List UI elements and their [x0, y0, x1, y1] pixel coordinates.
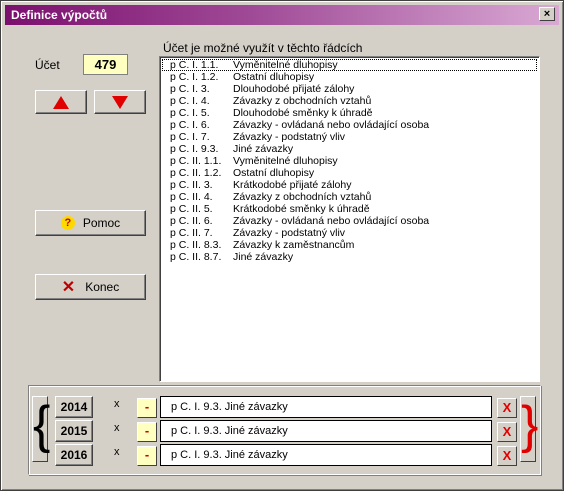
close-brace-icon: }: [521, 396, 539, 454]
help-button-label: Pomoc: [82, 216, 121, 230]
help-icon: ?: [60, 216, 75, 230]
formula-field[interactable]: p C. I. 9.3. Jiné závazky: [160, 444, 492, 466]
row-name: Vyměnitelné dluhopisy: [233, 155, 338, 167]
list-item[interactable]: p C. I. 1.1. Vyměnitelné dluhopisy: [162, 59, 537, 71]
row-name: Jiné závazky: [233, 143, 294, 155]
row-code: p C. II. 8.3.: [170, 239, 222, 251]
formula-field[interactable]: p C. I. 9.3. Jiné závazky: [160, 420, 492, 442]
row-name: Krátkodobé směnky k úhradě: [233, 203, 370, 215]
row-name: Krátkodobé přijaté zálohy: [233, 179, 352, 191]
open-brace-icon: {: [33, 396, 51, 454]
rows-listbox[interactable]: p C. I. 1.1. Vyměnitelné dluhopisy p C. I.…: [159, 56, 540, 382]
sign-toggle-button[interactable]: -: [137, 446, 157, 466]
formula-field[interactable]: p C. I. 9.3. Jiné závazky: [160, 396, 492, 418]
row-code: p C. II. 6.: [170, 215, 213, 227]
list-item[interactable]: p C. II. 5. Krátkodobé směnky k úhradě: [162, 203, 537, 215]
year-button-2015[interactable]: 2015: [55, 420, 93, 442]
list-item[interactable]: p C. I. 7. Závazky - podstatný vliv: [162, 131, 537, 143]
row-code: p C. I. 1.1.: [170, 59, 219, 71]
multiply-mark: x: [114, 446, 120, 458]
delete-row-button[interactable]: X: [497, 398, 517, 418]
window-title: Definice výpočtů: [11, 8, 108, 22]
row-name: Závazky - podstatný vliv: [233, 227, 346, 239]
list-item[interactable]: p C. II. 8.7. Jiné závazky: [162, 251, 537, 263]
list-item[interactable]: p C. I. 9.3. Jiné závazky: [162, 143, 537, 155]
list-item[interactable]: p C. I. 3. Dlouhodobé přijaté zálohy: [162, 83, 537, 95]
list-item[interactable]: p C. II. 7. Závazky - podstatný vliv: [162, 227, 537, 239]
row-name: Ostatní dluhopisy: [233, 71, 315, 83]
row-name: Závazky k zaměstnancům: [233, 239, 355, 251]
row-name: Dlouhodobé směnky k úhradě: [233, 107, 373, 119]
sign-toggle-button[interactable]: -: [137, 422, 157, 442]
row-code: p C. I. 3.: [170, 83, 210, 95]
move-down-button[interactable]: [94, 90, 146, 114]
year-button-2016[interactable]: 2016: [55, 444, 93, 466]
row-name: Závazky z obchodních vztahů: [233, 95, 372, 107]
end-button[interactable]: ✕ Konec: [35, 274, 146, 300]
list-item[interactable]: p C. II. 1.1. Vyměnitelné dluhopisy: [162, 155, 537, 167]
row-name: Závazky - ovládaná nebo ovládající osoba: [233, 215, 430, 227]
sign-toggle-button[interactable]: -: [137, 398, 157, 418]
dialog-window: Definice výpočtů × Účet 479 ? Pomoc ✕ Ko…: [0, 0, 564, 491]
row-code: p C. II. 1.1.: [170, 155, 222, 167]
multiply-mark: x: [114, 398, 120, 410]
account-label: Účet: [35, 58, 60, 72]
end-button-label: Konec: [85, 280, 120, 294]
multiply-mark: x: [114, 422, 120, 434]
list-item[interactable]: p C. II. 4. Závazky z obchodních vztahů: [162, 191, 537, 203]
row-code: p C. I. 6.: [170, 119, 210, 131]
arrow-down-icon: [112, 95, 128, 109]
list-heading: Účet je možné využít v těchto řádcích: [163, 41, 363, 55]
row-code: p C. I. 5.: [170, 107, 210, 119]
row-code: p C. II. 7.: [170, 227, 213, 239]
list-item[interactable]: p C. II. 1.2. Ostatní dluhopisy: [162, 167, 537, 179]
row-name: Ostatní dluhopisy: [233, 167, 315, 179]
account-value: 479: [83, 54, 128, 75]
row-code: p C. I. 7.: [170, 131, 210, 143]
arrow-up-icon: [53, 95, 69, 109]
year-button-2014[interactable]: 2014: [55, 396, 93, 418]
close-button[interactable]: ×: [539, 7, 555, 21]
row-name: Dlouhodobé přijaté zálohy: [233, 83, 355, 95]
row-code: p C. II. 5.: [170, 203, 213, 215]
row-code: p C. I. 4.: [170, 95, 210, 107]
row-name: Vyměnitelné dluhopisy: [233, 59, 338, 71]
row-code: p C. II. 3.: [170, 179, 213, 191]
row-code: p C. II. 4.: [170, 191, 213, 203]
list-item[interactable]: p C. I. 4. Závazky z obchodních vztahů: [162, 95, 537, 107]
title-bar: Definice výpočtů ×: [5, 5, 559, 25]
list-item[interactable]: p C. II. 3. Krátkodobé přijaté zálohy: [162, 179, 537, 191]
row-name: Závazky - podstatný vliv: [233, 131, 346, 143]
delete-row-button[interactable]: X: [497, 446, 517, 466]
list-item[interactable]: p C. I. 1.2. Ostatní dluhopisy: [162, 71, 537, 83]
move-up-button[interactable]: [35, 90, 87, 114]
row-name: Závazky - ovládaná nebo ovládající osoba: [233, 119, 430, 131]
delete-row-button[interactable]: X: [497, 422, 517, 442]
list-item[interactable]: p C. II. 8.3. Závazky k zaměstnancům: [162, 239, 537, 251]
row-code: p C. I. 9.3.: [170, 143, 219, 155]
help-button[interactable]: ? Pomoc: [35, 210, 146, 236]
list-item[interactable]: p C. II. 6. Závazky - ovládaná nebo ovlád…: [162, 215, 537, 227]
close-x-icon: ✕: [61, 279, 76, 296]
list-item[interactable]: p C. I. 6. Závazky - ovládaná nebo ovláda…: [162, 119, 537, 131]
row-code: p C. II. 8.7.: [170, 251, 222, 263]
list-item[interactable]: p C. I. 5. Dlouhodobé směnky k úhradě: [162, 107, 537, 119]
row-code: p C. II. 1.2.: [170, 167, 222, 179]
row-name: Jiné závazky: [233, 251, 294, 263]
row-code: p C. I. 1.2.: [170, 71, 219, 83]
row-name: Závazky z obchodních vztahů: [233, 191, 372, 203]
